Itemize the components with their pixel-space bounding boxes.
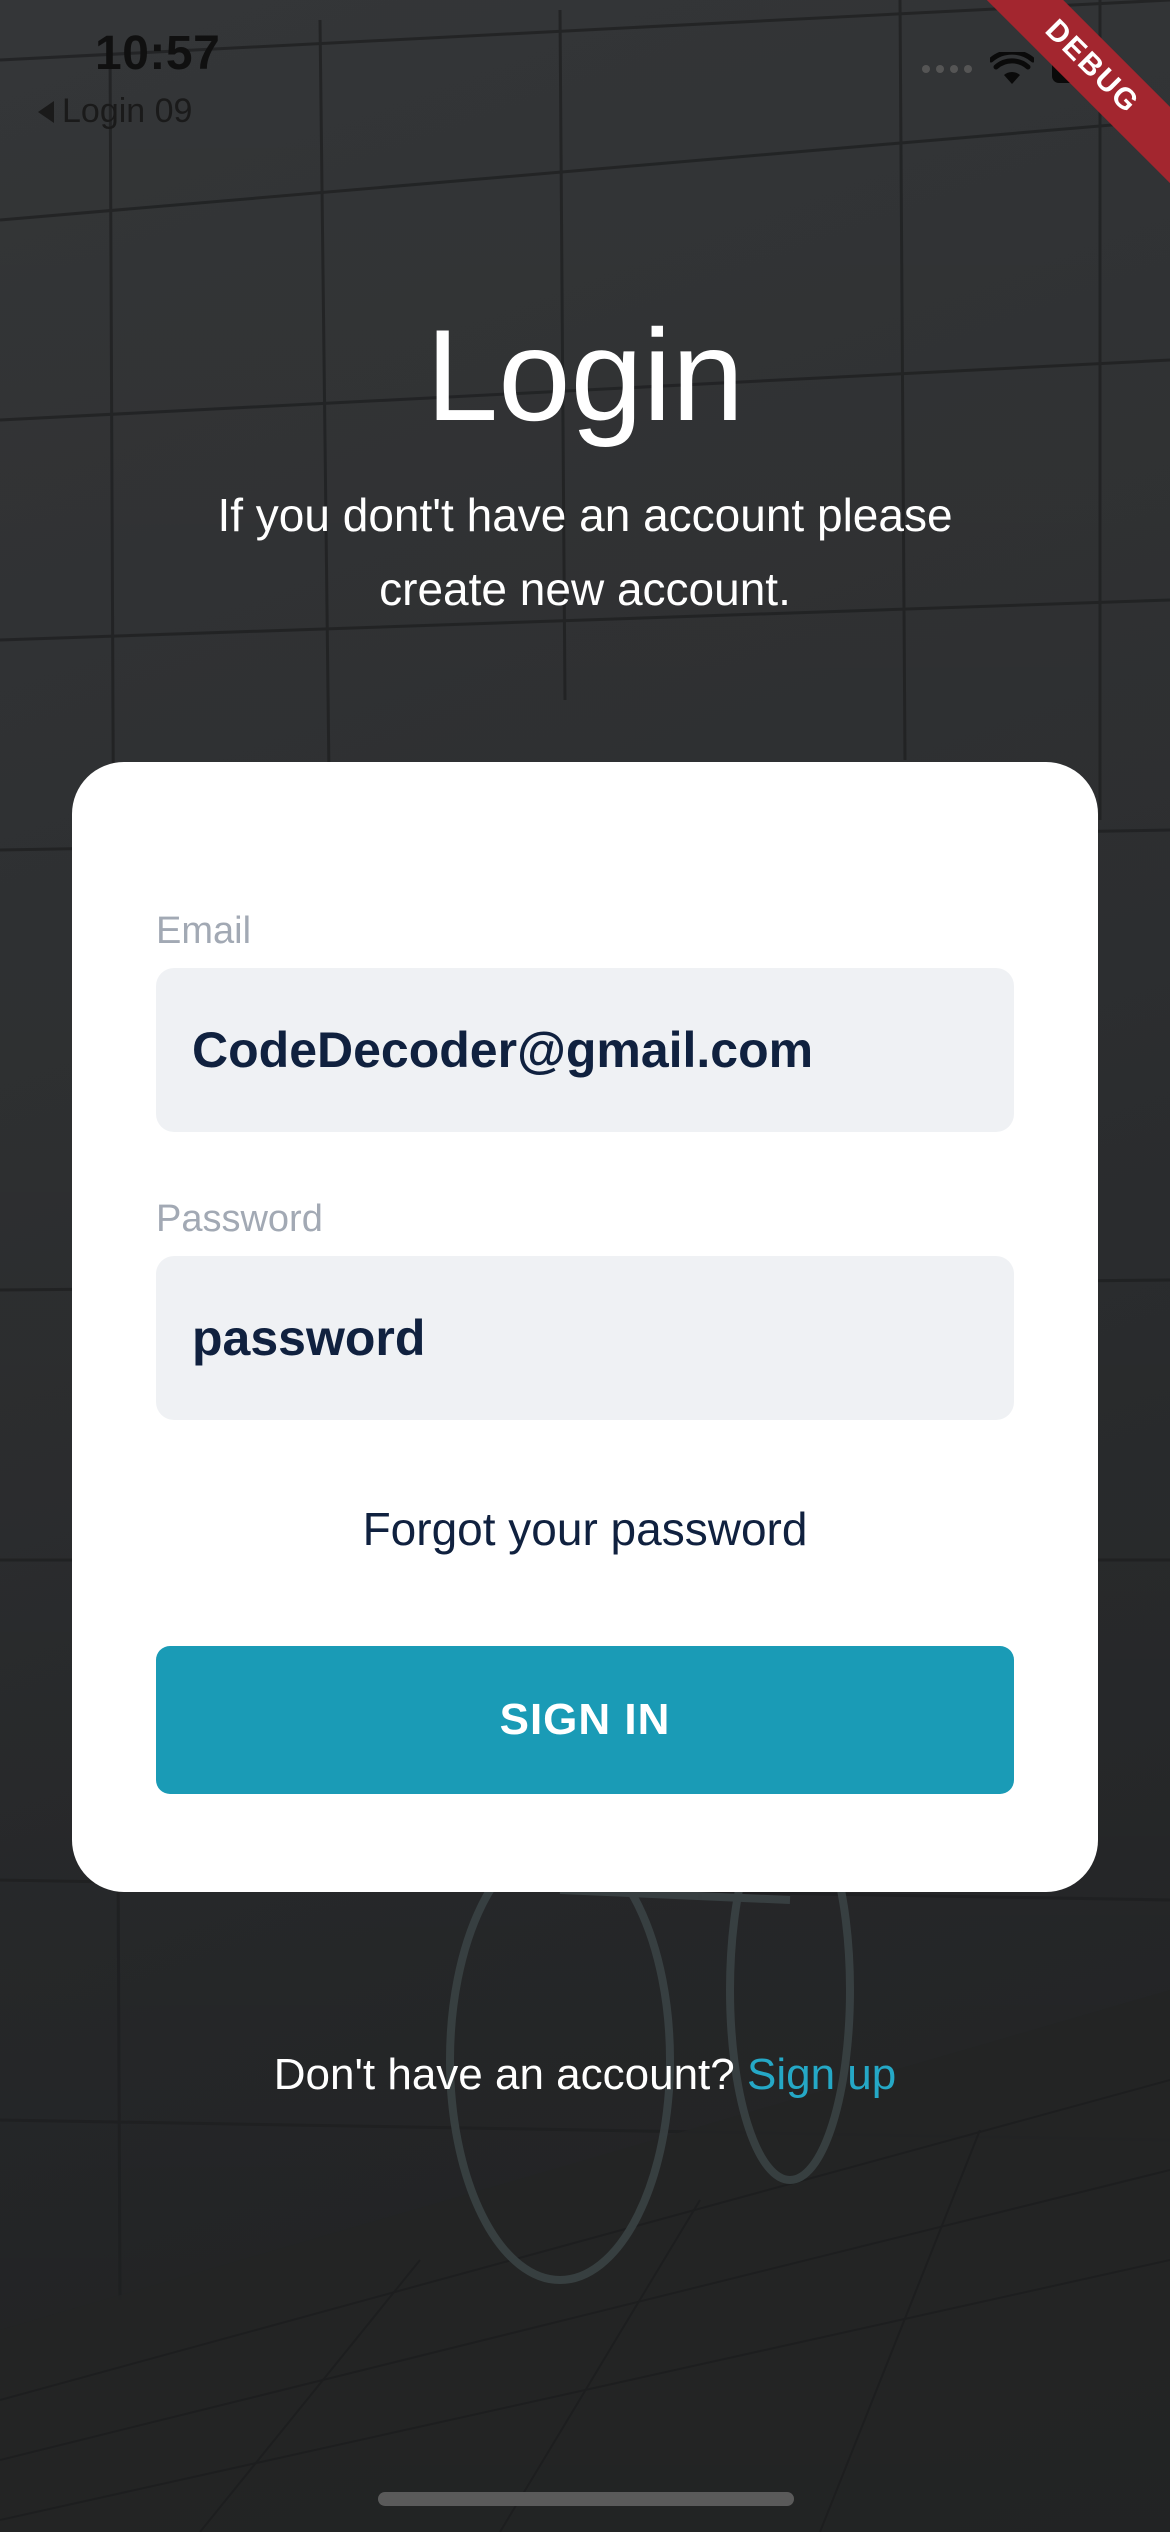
password-field[interactable]: password xyxy=(156,1256,1014,1420)
status-time: 10:57 xyxy=(95,27,221,80)
back-app-label: Login 09 xyxy=(62,92,193,130)
password-label: Password xyxy=(156,1198,323,1240)
email-field[interactable]: CodeDecoder@gmail.com xyxy=(156,968,1014,1132)
wifi-icon xyxy=(990,52,1034,84)
back-triangle-icon xyxy=(38,100,54,123)
back-to-app-button[interactable]: Login 09 xyxy=(38,92,192,131)
sign-in-button[interactable]: SIGN IN xyxy=(156,1646,1014,1794)
sign-up-link[interactable]: Sign up xyxy=(747,2050,896,2099)
page-subtitle: If you dont't have an account please cre… xyxy=(217,489,953,615)
signup-prompt-text: Don't have an account? xyxy=(273,2050,735,2099)
email-label: Email xyxy=(156,910,252,952)
page-title: Login xyxy=(425,302,745,448)
signal-dots-icon xyxy=(922,65,972,73)
signup-prompt-row: Don't have an account? Sign up xyxy=(0,2050,1170,2100)
home-indicator[interactable] xyxy=(378,2492,794,2506)
login-screen: 10:57 Login 09 DEBUG Login If you dont't… xyxy=(0,0,1170,2532)
forgot-password-link[interactable]: Forgot your password xyxy=(72,1502,1098,1556)
login-card: Email CodeDecoder@gmail.com Password pas… xyxy=(72,762,1098,1892)
